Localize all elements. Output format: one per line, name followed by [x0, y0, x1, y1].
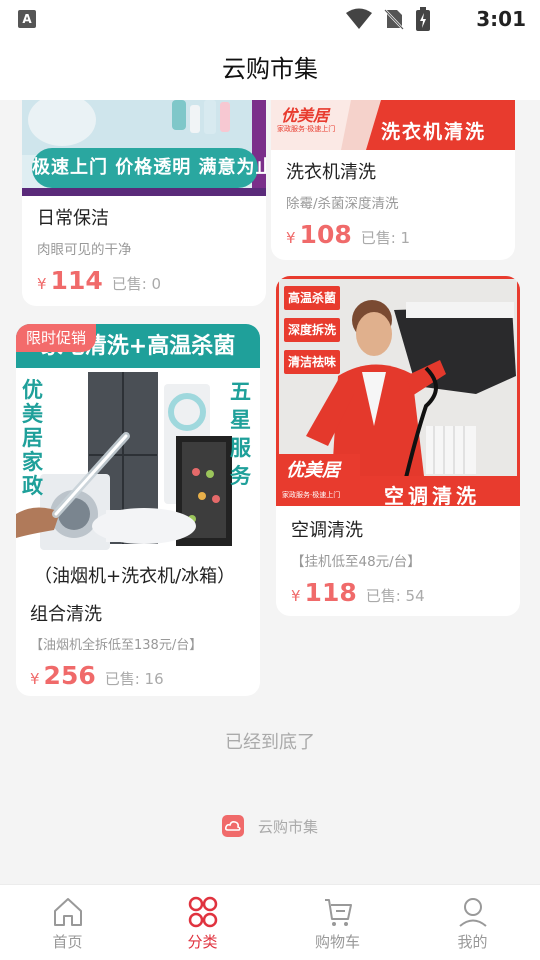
product-image: 家电清洗+高温杀菌 优美居家政 五星服务: [16, 324, 260, 552]
wifi-icon: [346, 8, 372, 29]
product-card-ac-cleaning[interactable]: 高温杀菌 深度拆洗 清洁祛味 优美居 家政服务·极速上门 空调清洗 空调清洗 【…: [276, 276, 520, 616]
category-icon: [188, 896, 217, 928]
currency-symbol: ¥: [37, 275, 47, 293]
currency-symbol: ¥: [291, 587, 301, 605]
product-price: 118: [304, 578, 357, 607]
image-tag: 清洁祛味: [287, 355, 336, 369]
nav-category[interactable]: 分类: [135, 885, 270, 960]
home-icon: [53, 898, 82, 926]
sold-count: 已售: 0: [111, 275, 162, 293]
image-banner-text: 洗衣机清洗: [381, 121, 487, 143]
product-info: 空调清洗 【挂机低至48元/台】 ¥ 118 已售: 54: [276, 516, 520, 607]
image-slogan-text: 家政服务·极速上门: [282, 491, 341, 499]
product-info: 洗衣机清洗 除霉/杀菌深度清洗 ¥ 108 已售: 1: [271, 158, 515, 249]
app-header: 云购市集: [0, 38, 540, 100]
status-icons: [346, 7, 430, 31]
status-time: 3:01: [476, 7, 526, 31]
image-banner-text: 极速上门 价格透明 满意为止: [32, 157, 266, 178]
product-price: 114: [50, 266, 103, 295]
cart-icon: [324, 899, 352, 926]
product-card-washer-cleaning[interactable]: 优美居 家政服务·极速上门 洗衣机清洗 洗衣机清洗 除霉/杀菌深度清洗 ¥ 10…: [271, 100, 515, 260]
product-subtitle: 【挂机低至48元/台】: [291, 554, 421, 570]
bottom-nav: 首页 分类 购物车 我的: [0, 884, 540, 960]
app-logo-icon: [221, 815, 244, 837]
sold-count: 已售: 1: [360, 229, 411, 247]
sold-count: 已售: 16: [104, 670, 164, 688]
product-name-prefix: （油烟机+洗衣机/冰箱）: [34, 566, 236, 587]
price-row: ¥ 108 已售: 1: [286, 220, 500, 249]
battery-icon: [416, 7, 430, 31]
image-left-text: 优美居家政: [22, 378, 43, 498]
product-card-daily-cleaning[interactable]: 极速上门 价格透明 满意为止 日常保洁 肉眼可见的干净 ¥ 114 已售: 0: [22, 100, 266, 306]
nav-home-label: 首页: [52, 933, 83, 951]
nav-category-label: 分类: [187, 933, 218, 951]
currency-symbol: ¥: [30, 670, 40, 688]
nav-profile[interactable]: 我的: [405, 885, 540, 960]
status-bar: A 3:01: [0, 0, 540, 38]
sold-count: 已售: 54: [365, 587, 425, 605]
image-banner-text: 空调清洗: [384, 484, 480, 506]
promo-badge: 限时促销: [16, 324, 97, 352]
product-name: 日常保洁: [37, 208, 109, 229]
price-row: ¥ 256 已售: 16: [30, 661, 246, 690]
product-name: 空调清洗: [291, 520, 363, 541]
nav-cart-label: 购物车: [314, 933, 360, 951]
product-image: 优美居 家政服务·极速上门 洗衣机清洗: [271, 100, 515, 150]
nav-cart[interactable]: 购物车: [270, 885, 405, 960]
page-title: 云购市集: [222, 55, 318, 83]
no-sim-icon: [384, 9, 404, 30]
image-right-text: 五星服务: [230, 380, 251, 488]
notification-icon: A: [18, 10, 36, 28]
currency-symbol: ¥: [286, 229, 296, 247]
price-row: ¥ 114 已售: 0: [37, 266, 251, 295]
product-subtitle: 肉眼可见的干净: [37, 242, 132, 258]
product-info: 日常保洁 肉眼可见的干净 ¥ 114 已售: 0: [22, 204, 266, 295]
product-card-combo-cleaning[interactable]: 家电清洗+高温杀菌 优美居家政 五星服务 （油烟机+洗衣机/冰箱） 组合清洗 【…: [16, 324, 260, 696]
image-tag: 深度拆洗: [287, 323, 336, 337]
price-row: ¥ 118 已售: 54: [291, 578, 505, 607]
nav-home[interactable]: 首页: [0, 885, 135, 960]
product-info: （油烟机+洗衣机/冰箱） 组合清洗 【油烟机全拆低至138元/台】 ¥ 256 …: [16, 562, 260, 690]
product-image: 极速上门 价格透明 满意为止: [22, 100, 266, 196]
product-price: 108: [299, 220, 352, 249]
end-of-list-text: 已经到底了: [225, 732, 315, 753]
product-name: 组合清洗: [30, 604, 102, 625]
product-price: 256: [43, 661, 96, 690]
product-subtitle: 【油烟机全拆低至138元/台】: [30, 638, 203, 653]
nav-profile-label: 我的: [457, 933, 488, 951]
user-icon: [458, 898, 487, 927]
image-slogan-text: 家政服务·极速上门: [277, 125, 336, 133]
product-name: 洗衣机清洗: [286, 162, 376, 183]
product-image: 高温杀菌 深度拆洗 清洁祛味 优美居 家政服务·极速上门 空调清洗: [276, 276, 520, 506]
footer-brand-name: 云购市集: [257, 817, 318, 836]
image-brand-text: 优美居: [286, 460, 340, 481]
product-subtitle: 除霉/杀菌深度清洗: [286, 196, 399, 212]
image-brand-text: 优美居: [281, 106, 330, 125]
footer-brand: 云购市集: [0, 815, 540, 837]
image-tag: 高温杀菌: [287, 291, 336, 305]
